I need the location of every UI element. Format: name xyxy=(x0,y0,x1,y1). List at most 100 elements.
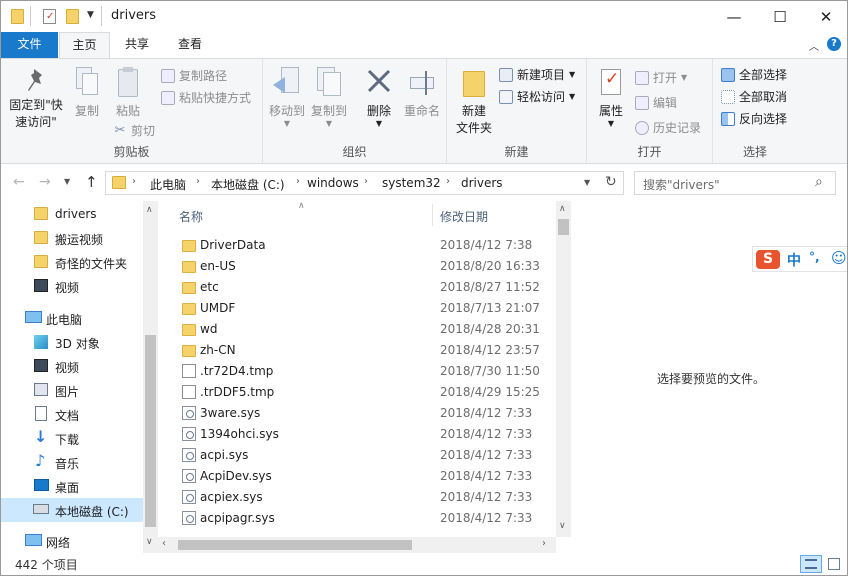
tab-file[interactable]: 文件 xyxy=(1,32,58,58)
file-row[interactable]: wd 2018/4/28 20:31 xyxy=(158,319,553,340)
list-hscroll-thumb[interactable] xyxy=(178,540,412,550)
nav-item-music[interactable]: ♪ 音乐 xyxy=(1,450,143,474)
file-row[interactable]: en-US 2018/8/20 16:33 xyxy=(158,256,553,277)
help-icon[interactable]: ? xyxy=(827,37,841,51)
minimize-button[interactable]: — xyxy=(711,1,757,32)
search-icon[interactable]: ⌕ xyxy=(815,174,823,190)
details-view-button[interactable] xyxy=(800,555,822,573)
file-row[interactable]: acpiex.sys 2018/4/12 7:33 xyxy=(158,487,553,508)
new-folder-button[interactable]: 新建 文件夹 xyxy=(453,67,495,137)
column-divider[interactable] xyxy=(432,204,433,226)
ime-mode-toggle[interactable]: 中 xyxy=(787,250,801,270)
recent-locations-icon[interactable]: ▼ xyxy=(64,177,70,186)
new-folder-qat-icon[interactable] xyxy=(66,9,79,24)
nav-item-documents[interactable]: 文档 xyxy=(1,402,143,426)
new-item-button[interactable]: 新建项目 ▼ xyxy=(499,66,575,83)
tab-view[interactable]: 查看 xyxy=(163,32,217,58)
copy-button[interactable]: 复制 xyxy=(69,67,105,120)
move-to-button[interactable]: 移动到 ▼ xyxy=(267,67,307,128)
nav-item-local-disk[interactable]: 本地磁盘 (C:) xyxy=(1,498,143,522)
up-icon[interactable]: ↑ xyxy=(85,173,98,191)
paste-shortcut-button[interactable]: 粘贴快捷方式 xyxy=(161,89,251,106)
select-all-button[interactable]: 全部选择 xyxy=(721,66,787,83)
file-row[interactable]: etc 2018/8/27 11:52 xyxy=(158,277,553,298)
column-header-name[interactable]: 名称 xyxy=(179,208,203,225)
ime-punctuation-toggle[interactable]: °, xyxy=(809,250,820,264)
breadcrumb-windows[interactable]: windows xyxy=(307,176,359,190)
scroll-down-icon[interactable]: ∨ xyxy=(559,521,566,531)
properties-qat-icon[interactable]: ✓ xyxy=(43,9,56,24)
address-dropdown-icon[interactable]: ▼ xyxy=(584,178,590,187)
nav-item-desktop[interactable]: 桌面 xyxy=(1,474,143,498)
breadcrumb-local-disk[interactable]: 本地磁盘 (C:) xyxy=(211,176,285,193)
column-header-date[interactable]: 修改日期 xyxy=(440,208,488,225)
nav-item-downloads[interactable]: ↓ 下载 xyxy=(1,426,143,450)
close-button[interactable]: ✕ xyxy=(803,1,847,32)
nav-scroll-thumb[interactable] xyxy=(145,335,156,527)
ribbon-home: 固定到"快 速访问" 复制 粘贴 复制路径 粘贴快捷方式 ✂ 剪切 剪贴板 移动… xyxy=(1,58,847,164)
nav-item-drivers[interactable]: drivers xyxy=(1,202,143,226)
paste-button[interactable]: 粘贴 xyxy=(109,67,147,120)
breadcrumb-this-pc[interactable]: 此电脑 xyxy=(150,176,186,193)
file-row[interactable]: .trDDF5.tmp 2018/4/29 15:25 xyxy=(158,382,553,403)
edit-icon xyxy=(635,95,649,110)
delete-button[interactable]: 删除 ▼ xyxy=(359,67,399,128)
forward-icon[interactable]: → xyxy=(39,174,51,190)
select-none-button[interactable]: 全部取消 xyxy=(721,88,787,105)
nav-item-pictures[interactable]: 图片 xyxy=(1,378,143,402)
file-row[interactable]: .tr72D4.tmp 2018/7/30 11:50 xyxy=(158,361,553,382)
emoji-icon[interactable]: ☺ xyxy=(831,249,847,267)
file-name: DriverData xyxy=(200,238,266,252)
scroll-down-icon[interactable]: ∨ xyxy=(146,537,153,547)
copy-path-button[interactable]: 复制路径 xyxy=(161,67,227,84)
file-row[interactable]: acpi.sys 2018/4/12 7:33 xyxy=(158,445,553,466)
file-name: 1394ohci.sys xyxy=(200,427,279,441)
breadcrumb-system32[interactable]: system32 xyxy=(382,176,441,190)
rename-button[interactable]: 重命名 xyxy=(401,67,443,120)
file-row[interactable]: 3ware.sys 2018/4/12 7:33 xyxy=(158,403,553,424)
address-bar[interactable]: › 此电脑 › 本地磁盘 (C:) › windows › system32 ›… xyxy=(105,171,624,195)
breadcrumb-drivers[interactable]: drivers xyxy=(461,176,503,190)
file-row[interactable]: zh-CN 2018/4/12 23:57 xyxy=(158,340,553,361)
nav-item-folder[interactable]: 奇怪的文件夹 xyxy=(1,250,143,274)
file-row[interactable]: AcpiDev.sys 2018/4/12 7:33 xyxy=(158,466,553,487)
nav-item-this-pc[interactable]: 此电脑 xyxy=(1,306,143,330)
collapse-ribbon-icon[interactable]: ︿ xyxy=(809,38,819,53)
list-vertical-scrollbar[interactable]: ∧ ∨ xyxy=(556,201,571,537)
list-scroll-thumb[interactable] xyxy=(558,219,569,235)
edit-button[interactable]: 编辑 xyxy=(635,94,677,111)
ribbon-tabs: 文件 主页 共享 查看 ︿ ? xyxy=(1,32,847,59)
cut-button[interactable]: ✂ 剪切 xyxy=(113,122,155,139)
scroll-right-icon[interactable]: › xyxy=(542,538,546,549)
scroll-left-icon[interactable]: ‹ xyxy=(162,538,166,549)
nav-item-folder[interactable]: 搬运视频 xyxy=(1,226,143,250)
history-button[interactable]: 历史记录 xyxy=(635,119,701,136)
tab-home[interactable]: 主页 xyxy=(59,32,110,59)
maximize-button[interactable]: ☐ xyxy=(757,1,803,32)
file-row[interactable]: DriverData 2018/4/12 7:38 xyxy=(158,235,553,256)
scroll-up-icon[interactable]: ∧ xyxy=(559,204,566,214)
scroll-up-icon[interactable]: ∧ xyxy=(146,205,153,215)
large-icons-view-button[interactable] xyxy=(826,556,842,572)
qat-dropdown-icon[interactable]: ▼ xyxy=(87,10,94,20)
nav-item-videos[interactable]: 视频 xyxy=(1,274,143,298)
file-row[interactable]: 1394ohci.sys 2018/4/12 7:33 xyxy=(158,424,553,445)
file-row[interactable]: acpipagr.sys 2018/4/12 7:33 xyxy=(158,508,553,529)
search-input[interactable]: 搜索"drivers" ⌕ xyxy=(634,171,836,195)
properties-button[interactable]: ✓ 属性 ▼ xyxy=(591,67,631,128)
tab-share[interactable]: 共享 xyxy=(111,32,163,58)
easy-access-button[interactable]: 轻松访问 ▼ xyxy=(499,88,575,105)
open-button[interactable]: 打开 ▼ xyxy=(635,69,687,86)
nav-item-videos[interactable]: 视频 xyxy=(1,354,143,378)
nav-item-network[interactable]: 网络 xyxy=(1,529,143,553)
file-row[interactable]: UMDF 2018/7/13 21:07 xyxy=(158,298,553,319)
nav-scrollbar[interactable]: ∧ ∨ xyxy=(143,201,158,553)
back-icon[interactable]: ← xyxy=(13,174,25,190)
nav-item-3d-objects[interactable]: 3D 对象 xyxy=(1,330,143,354)
invert-selection-button[interactable]: 反向选择 xyxy=(721,110,787,127)
list-horizontal-scrollbar[interactable]: ‹ › xyxy=(158,537,556,553)
refresh-icon[interactable]: ↻ xyxy=(605,174,617,190)
pin-quick-access-button[interactable]: 固定到"快 速访问" xyxy=(7,67,65,131)
copy-to-button[interactable]: 复制到 ▼ xyxy=(309,67,349,128)
ime-toolbar[interactable]: S 中 °, ☺ xyxy=(752,246,847,272)
